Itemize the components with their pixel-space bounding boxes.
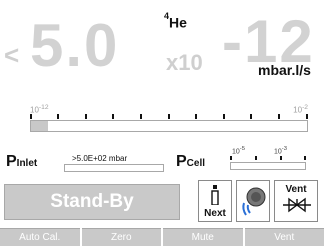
trend-indicator: < [4, 40, 20, 70]
gas-mass-number: 4 [164, 11, 170, 21]
vent-button-label: Vent [285, 184, 307, 195]
cell-scale-ticks [230, 156, 306, 161]
inlet-pressure-bar [64, 164, 164, 172]
tracer-gas-label: 4He [164, 11, 187, 31]
leak-rate-unit: mbar.l/s [258, 62, 311, 78]
inlet-pressure-label: PInlet [6, 153, 38, 170]
vent-button[interactable]: Vent [274, 180, 318, 222]
status-display: Stand-By [4, 184, 180, 220]
gas-symbol: He [169, 14, 187, 31]
speaker-button[interactable] [236, 180, 270, 222]
softkey-auto-cal[interactable]: Auto Cal. [0, 228, 80, 246]
leak-detector-screen: < 5.0 4He x10 -12 mbar.l/s 10-12 10-2 PI… [0, 0, 324, 246]
softkey-mute[interactable]: Mute [163, 228, 243, 246]
cell-scale-low: 10-5 [232, 146, 245, 156]
leak-rate-bar-fill [31, 121, 48, 131]
softkey-vent[interactable]: Vent [244, 228, 324, 246]
cell-scale-high: 10-3 [274, 146, 287, 156]
info-icon [211, 185, 219, 205]
cell-pressure-gauge: 10-5 10-3 [230, 146, 306, 172]
leak-rate-mantissa: 5.0 [30, 12, 120, 79]
softkey-zero[interactable]: Zero [81, 228, 161, 246]
speaker-icon [242, 187, 266, 216]
inlet-pressure-gauge: >5.0E+02 mbar [64, 154, 164, 172]
next-button[interactable]: Next [198, 180, 232, 222]
next-button-label: Next [204, 208, 226, 219]
inlet-pressure-value: >5.0E+02 mbar [72, 154, 128, 163]
cell-pressure-label: PCell [176, 153, 206, 170]
leak-rate-scale: 10-12 10-2 [30, 104, 308, 134]
times-ten-label: x10 [166, 50, 203, 75]
softkey-bar: Auto Cal. Zero Mute Vent [0, 228, 324, 246]
cell-pressure-bar [230, 162, 306, 170]
leak-rate-bar [30, 120, 308, 132]
